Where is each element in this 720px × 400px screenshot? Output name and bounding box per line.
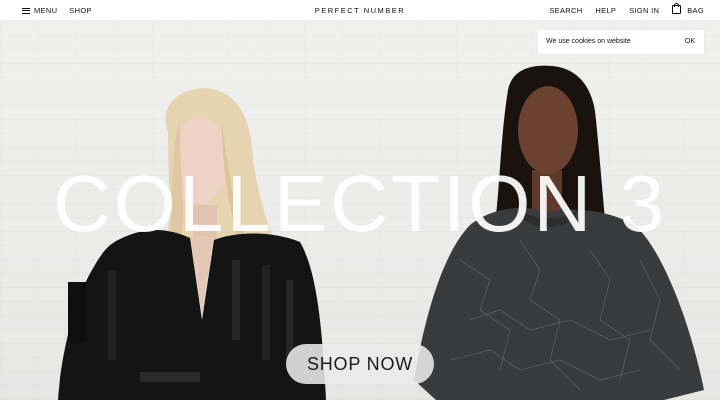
bag-icon <box>672 3 682 14</box>
hero-banner[interactable]: COLLECTION 3 SHOP NOW <box>0 20 720 400</box>
bag-button[interactable]: BAG <box>672 3 704 15</box>
hero-title: COLLECTION 3 <box>53 159 667 248</box>
site-header: MENU SHOP PERFECT NUMBER SEARCH HELP SIG… <box>0 0 720 20</box>
shop-now-button[interactable]: SHOP NOW <box>286 344 434 384</box>
help-link[interactable]: HELP <box>595 6 616 15</box>
bag-label: BAG <box>687 6 704 15</box>
header-right-nav: SEARCH HELP SIGN IN BAG <box>536 3 704 15</box>
cookie-ok-button[interactable]: OK <box>685 38 695 45</box>
search-link[interactable]: SEARCH <box>549 6 582 15</box>
cookie-message: We use cookies on website <box>546 38 631 45</box>
cookie-banner: We use cookies on website OK <box>538 30 704 54</box>
signin-link[interactable]: SIGN IN <box>629 6 659 15</box>
